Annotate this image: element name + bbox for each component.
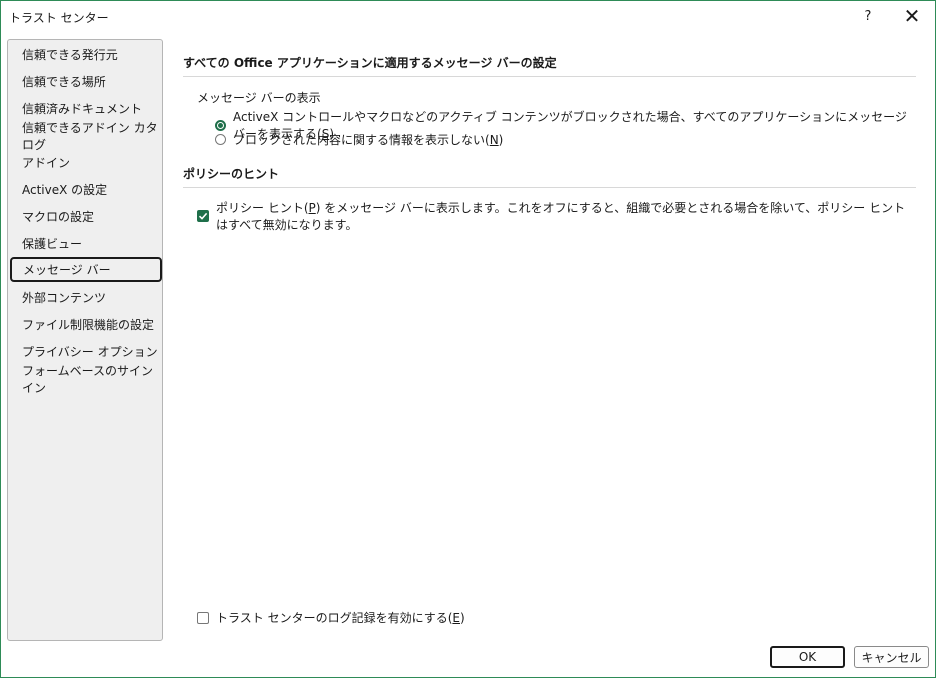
checkbox[interactable] bbox=[197, 611, 209, 624]
checkbox-label: ポリシー ヒント(P) をメッセージ バーに表示します。これをオフにすると、組織… bbox=[216, 201, 906, 232]
sidebar-item-privacy-options[interactable]: プライバシー オプション bbox=[10, 339, 162, 364]
checkbox-checked[interactable] bbox=[197, 210, 209, 222]
sidebar-item-trusted-addin-catalogs[interactable]: 信頼できるアドイン カタログ bbox=[10, 121, 162, 152]
cancel-button[interactable]: キャンセル bbox=[854, 646, 929, 668]
dialog-title: トラスト センター bbox=[9, 11, 109, 25]
radio-button-selected[interactable] bbox=[215, 119, 226, 131]
checkbox-policy-tips[interactable]: ポリシー ヒント(P) をメッセージ バーに表示します。これをオフにすると、組織… bbox=[197, 199, 917, 233]
checkbox-enable-logging[interactable]: トラスト センターのログ記録を有効にする(E) bbox=[197, 609, 465, 626]
settings-panel: すべての Office アプリケーションに適用するメッセージ バーの設定 メッセ… bbox=[183, 1, 917, 641]
group-label-show-message-bar: メッセージ バーの表示 bbox=[197, 91, 321, 105]
radio-label: ブロックされた内容に関する情報を表示しない(N) bbox=[233, 133, 504, 147]
category-sidebar: 信頼できる発行元 信頼できる場所 信頼済みドキュメント 信頼できるアドイン カタ… bbox=[7, 39, 163, 641]
sidebar-item-trusted-publishers[interactable]: 信頼できる発行元 bbox=[10, 42, 162, 67]
radio-button[interactable] bbox=[215, 134, 226, 145]
sidebar-item-form-based-sign-in[interactable]: フォームベースのサインイン bbox=[10, 364, 162, 395]
sidebar-item-addins[interactable]: アドイン bbox=[10, 150, 162, 175]
checkmark-icon bbox=[198, 212, 208, 220]
ok-button[interactable]: OK bbox=[770, 646, 845, 668]
sidebar-item-file-block-settings[interactable]: ファイル制限機能の設定 bbox=[10, 312, 162, 337]
sidebar-item-trusted-locations[interactable]: 信頼できる場所 bbox=[10, 69, 162, 94]
section-divider bbox=[183, 76, 916, 77]
checkbox-label: トラスト センターのログ記録を有効にする(E) bbox=[216, 611, 465, 625]
section-title-policy-tips: ポリシーのヒント bbox=[183, 167, 280, 181]
sidebar-item-message-bar[interactable]: メッセージ バー bbox=[10, 257, 162, 282]
sidebar-item-macro-settings[interactable]: マクロの設定 bbox=[10, 204, 162, 229]
sidebar-item-trusted-documents[interactable]: 信頼済みドキュメント bbox=[10, 96, 162, 121]
section-divider bbox=[183, 187, 916, 188]
sidebar-item-activex-settings[interactable]: ActiveX の設定 bbox=[10, 177, 162, 202]
sidebar-item-protected-view[interactable]: 保護ビュー bbox=[10, 231, 162, 256]
sidebar-item-external-content[interactable]: 外部コンテンツ bbox=[10, 285, 162, 310]
radio-hide-blocked-info[interactable]: ブロックされた内容に関する情報を表示しない(N) bbox=[215, 131, 503, 148]
section-title-message-bar-settings: すべての Office アプリケーションに適用するメッセージ バーの設定 bbox=[183, 56, 557, 70]
trust-center-dialog: トラスト センター ? ✕ 信頼できる発行元 信頼できる場所 信頼済みドキュメン… bbox=[0, 0, 936, 678]
